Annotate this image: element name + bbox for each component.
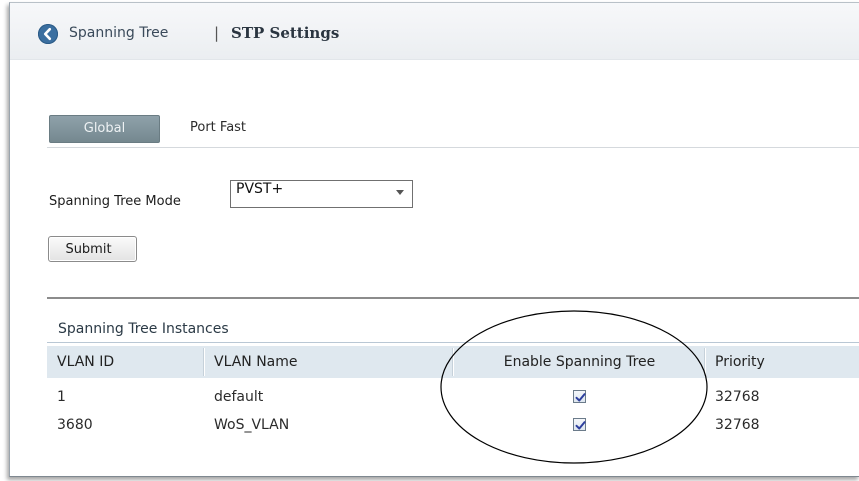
spanning-tree-mode-select[interactable]: PVST+: [230, 180, 413, 208]
column-header-vlan-id: VLAN ID: [57, 354, 115, 370]
section-divider: [47, 297, 859, 299]
highlight-ellipse-annotation: [440, 310, 708, 464]
column-header-vlan-name: VLAN Name: [214, 354, 298, 370]
priority-cell: 32768: [715, 389, 760, 405]
instances-table-title: Spanning Tree Instances: [58, 321, 229, 337]
chevron-down-icon: [396, 190, 404, 195]
vlan-name-cell: default: [214, 389, 264, 405]
page-header: Spanning Tree | STP Settings: [10, 3, 859, 60]
tab-port-fast[interactable]: Port Fast: [190, 120, 246, 135]
breadcrumb-separator: |: [214, 24, 220, 42]
tab-global[interactable]: Global: [49, 115, 160, 143]
submit-button[interactable]: Submit: [48, 236, 137, 262]
priority-cell: 32768: [715, 417, 760, 433]
vlan-id-cell: 1: [57, 389, 66, 405]
breadcrumb-parent[interactable]: Spanning Tree: [69, 25, 168, 41]
column-separator: [204, 348, 205, 376]
page-title: STP Settings: [231, 24, 340, 42]
chevron-left-icon: [43, 27, 52, 41]
spanning-tree-mode-label: Spanning Tree Mode: [49, 194, 181, 209]
tab-divider: [47, 147, 859, 148]
vlan-name-cell: WoS_VLAN: [214, 417, 290, 433]
back-button[interactable]: [38, 24, 58, 44]
column-header-priority: Priority: [715, 354, 765, 370]
stp-settings-panel: Spanning Tree | STP Settings Global Port…: [9, 2, 859, 477]
spanning-tree-mode-value: PVST+: [236, 181, 284, 197]
vlan-id-cell: 3680: [57, 417, 93, 433]
